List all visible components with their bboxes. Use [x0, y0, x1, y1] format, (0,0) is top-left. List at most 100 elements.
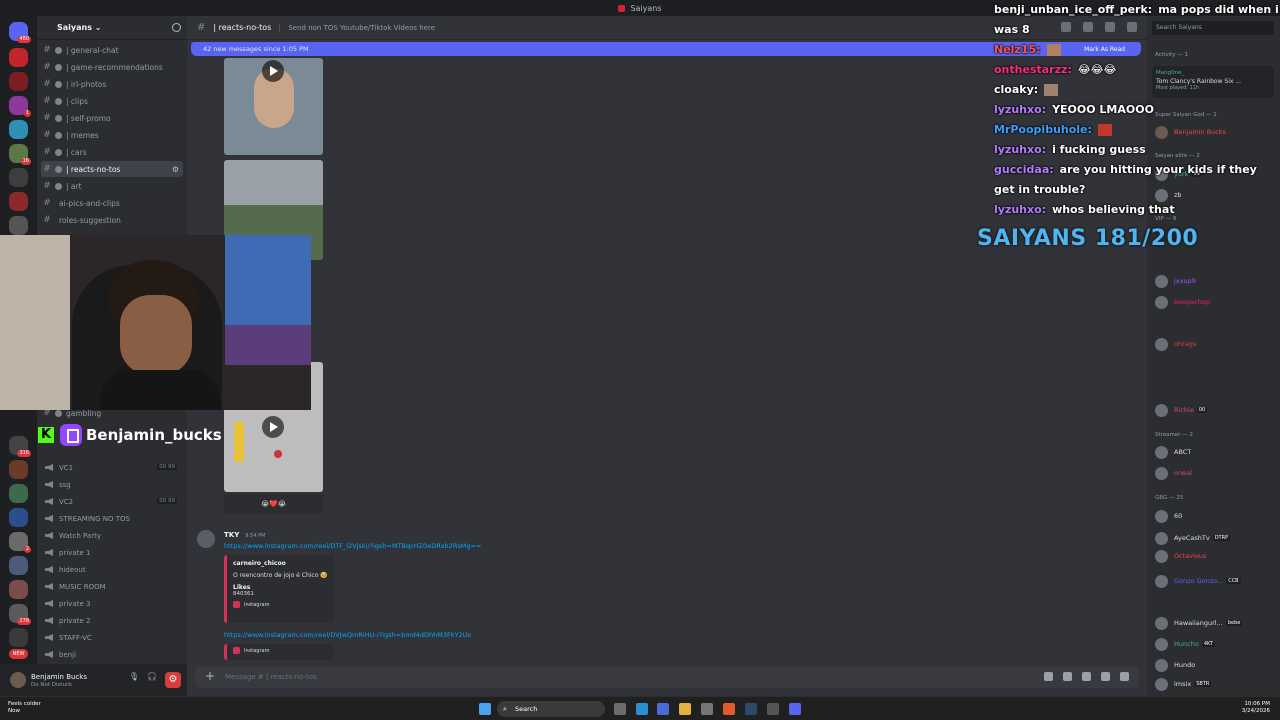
channel-roles-suggestion[interactable]: # roles-suggestion — [41, 212, 183, 228]
home-button[interactable]: 480 — [9, 22, 31, 43]
member-item[interactable]: Hawaiiangurl... bebe — [1155, 615, 1275, 631]
member-item[interactable]: imsix SBTR — [1155, 676, 1275, 692]
server-icon[interactable] — [9, 72, 28, 91]
discord-icon[interactable] — [789, 703, 801, 715]
obs-icon[interactable] — [767, 703, 779, 715]
avatar[interactable] — [197, 530, 215, 548]
channel-irl-photos[interactable]: # | irl-photos — [41, 76, 183, 92]
server-icon[interactable] — [9, 192, 28, 211]
voice-channel-streaming[interactable]: STREAMING NO TOS — [45, 511, 130, 526]
chat-user: benji_unban_ice_off_perk: — [994, 3, 1153, 16]
member-item[interactable]: AyeCashTv DTRP — [1155, 530, 1275, 546]
section-header: GBG — 25 — [1155, 495, 1184, 501]
server-icon[interactable] — [9, 628, 28, 647]
server-icon[interactable] — [9, 168, 28, 187]
edge-icon[interactable] — [636, 703, 648, 715]
taskbar-search[interactable]: ⌕ Search — [497, 701, 605, 717]
play-icon[interactable] — [262, 60, 284, 82]
server-icon[interactable] — [9, 120, 28, 139]
server-icon[interactable] — [9, 48, 28, 67]
gift-icon[interactable] — [1044, 672, 1053, 681]
server-icon[interactable]: 278 — [9, 604, 31, 625]
channel-clips[interactable]: # | clips — [41, 93, 183, 109]
add-attachment-icon[interactable]: + — [205, 669, 215, 683]
steam-icon[interactable] — [745, 703, 757, 715]
message-author[interactable]: TKY 9:54 PM — [224, 531, 265, 539]
windows-start-icon[interactable] — [479, 703, 491, 715]
avatar — [1155, 403, 1168, 417]
channel-cars[interactable]: # | cars — [41, 144, 183, 160]
server-icon[interactable] — [9, 556, 28, 575]
member-item[interactable]: Gonzo Gonzo... CCB — [1155, 573, 1275, 589]
server-icon[interactable] — [9, 216, 28, 235]
member-item[interactable]: Huncho 4KT — [1155, 636, 1275, 652]
voice-channel-vc2[interactable]: VC2 — [45, 494, 73, 509]
headphones-icon[interactable]: 🎧 — [147, 672, 157, 688]
message-link[interactable]: https://www.instagram.com/reel/DTF_l2Vjs… — [224, 542, 481, 550]
voice-channel-private-3[interactable]: private 3 — [45, 596, 90, 611]
chrome-icon[interactable] — [723, 703, 735, 715]
voice-channel-private-2[interactable]: private 2 — [45, 613, 90, 628]
voice-label: private 2 — [59, 616, 91, 625]
channel-game-recommendations[interactable]: # | game-recommendations — [41, 59, 183, 75]
settings-icon[interactable] — [701, 703, 713, 715]
copilot-icon[interactable] — [657, 703, 669, 715]
member-item[interactable]: Octavious — [1155, 548, 1275, 564]
voice-user-limit: 00 99 — [157, 498, 177, 504]
channel-memes[interactable]: # | memes — [41, 127, 183, 143]
server-header[interactable]: Saiyans ⌄ — [37, 16, 187, 40]
server-icon[interactable] — [9, 508, 28, 527]
weather-text: Feels colder — [8, 701, 41, 707]
message-link[interactable]: https://www.instagram.com/reel/DVJwQmRiH… — [224, 631, 471, 639]
file-explorer-icon[interactable] — [679, 703, 691, 715]
server-icon[interactable] — [9, 580, 28, 599]
channel-ai-pics-and-clips[interactable]: # ai-pics-and-clips — [41, 195, 183, 211]
voice-channel-music-room[interactable]: MUSIC ROOM — [45, 579, 106, 594]
stream-chat-line: MrPoopibuhole: — [990, 120, 1280, 140]
member-item[interactable]: ABCT — [1155, 444, 1275, 460]
sticker-icon[interactable] — [1082, 672, 1091, 681]
gif-icon[interactable] — [1063, 672, 1072, 681]
member-item[interactable]: Hundo — [1155, 657, 1275, 673]
channel-art[interactable]: # | art — [41, 178, 183, 194]
member-item[interactable]: beepachop — [1155, 294, 1275, 310]
settings-gear-icon[interactable]: ⚙ — [165, 672, 181, 688]
channel-settings-icon[interactable]: ⚙ — [172, 165, 179, 174]
microphone-icon[interactable]: 🎙 — [129, 672, 139, 688]
voice-channel-vc1[interactable]: VC1 — [45, 460, 73, 475]
server-icon[interactable]: 1 — [9, 96, 31, 117]
emoji-icon[interactable] — [1101, 672, 1110, 681]
server-icon[interactable]: 316 — [9, 436, 31, 457]
message-composer[interactable]: + Message # | reacts-no-tos — [195, 666, 1139, 688]
system-clock[interactable]: 10:06 PM 3/24/2026 — [1242, 701, 1270, 715]
task-view-icon[interactable] — [614, 703, 626, 715]
member-item[interactable]: ohrags — [1155, 336, 1275, 352]
member-item[interactable]: oneal — [1155, 465, 1275, 481]
weather-widget[interactable]: Feels colder Now — [8, 701, 41, 715]
member-item[interactable]: jxxup9 — [1155, 273, 1275, 289]
server-icon[interactable] — [9, 460, 28, 479]
channel-self-promo[interactable]: # | self-promo — [41, 110, 183, 126]
channel-emoji-icon — [55, 409, 62, 417]
voice-channel-hideout[interactable]: hideout — [45, 562, 86, 577]
voice-channel-staff-vc[interactable]: STAFF-VC — [45, 630, 92, 645]
member-item[interactable]: Richie 00 — [1155, 402, 1275, 418]
voice-channel-watch-party[interactable]: Watch Party — [45, 528, 101, 543]
voice-channel-benji[interactable]: benji — [45, 647, 76, 662]
add-member-icon[interactable] — [172, 23, 181, 32]
channel-general-chat[interactable]: # | general-chat — [41, 42, 183, 58]
embed-author[interactable]: carneiro_chicoo — [233, 560, 328, 567]
avatar[interactable] — [10, 672, 26, 688]
server-icon[interactable]: 16 — [9, 144, 31, 165]
voice-channel-private-1[interactable]: private 1 — [45, 545, 90, 560]
member-item[interactable]: 60 — [1155, 508, 1275, 524]
play-icon[interactable] — [262, 416, 284, 438]
user-info[interactable]: Benjamin Bucks Do Not Disturb — [31, 673, 87, 688]
channel-emoji-icon — [55, 131, 62, 139]
voice-channel-ssg[interactable]: ssg — [45, 477, 71, 492]
server-icon[interactable]: 2 — [9, 532, 31, 553]
server-icon[interactable] — [9, 484, 28, 503]
channel-reacts-no-tos[interactable]: # | reacts-no-tos ⚙ — [41, 161, 183, 177]
video-thumbnail[interactable] — [224, 58, 323, 155]
apps-icon[interactable] — [1120, 672, 1129, 681]
